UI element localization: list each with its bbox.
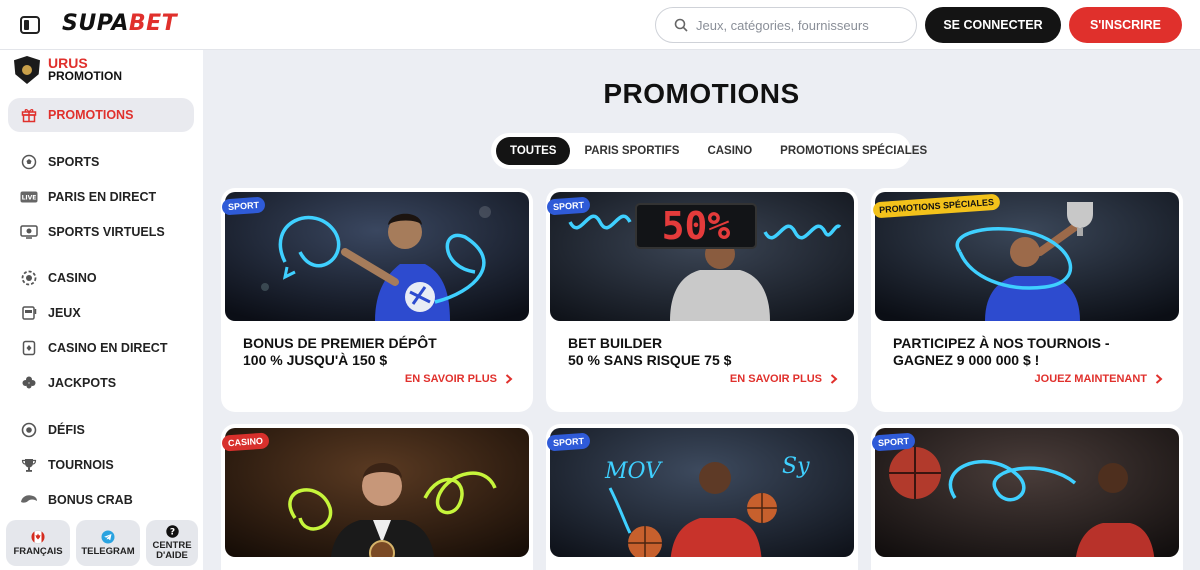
search-icon xyxy=(674,18,688,32)
page-title: PROMOTIONS xyxy=(603,78,800,109)
learn-more-link[interactable]: EN SAVOIR PLUS xyxy=(730,373,838,385)
promo-image xyxy=(875,428,1179,557)
chevron-right-icon xyxy=(1155,374,1163,384)
top-header: SUPABET SE CONNECTER S'INSCRIRE xyxy=(0,0,1200,50)
banner-line2: PROMOTION xyxy=(48,69,122,83)
promo-card-tournaments[interactable]: PROMOTIONS SPÉCIALES PARTICIPEZ À NOS TO… xyxy=(871,188,1183,412)
promo-card-first-deposit[interactable]: SPORT BONUS DE PREMIER DÉPÔT 100 % JUSQU… xyxy=(221,188,533,412)
search-input[interactable] xyxy=(696,17,896,33)
promo-image: MOV Sy xyxy=(550,428,854,557)
sidebar-item-sports-virtuels[interactable]: SPORTS VIRTUELS xyxy=(8,215,194,249)
help-center-label: CENTRE D'AIDE xyxy=(152,540,192,561)
sidebar-item-paris-en-direct[interactable]: LIVE PARIS EN DIRECT xyxy=(8,180,194,214)
live-icon: LIVE xyxy=(20,188,38,206)
chevron-right-icon xyxy=(830,374,838,384)
telegram-button[interactable]: TELEGRAM xyxy=(76,520,140,566)
badge-sport: SPORT xyxy=(871,432,916,452)
badge-casino: CASINO xyxy=(221,432,270,452)
tab-paris-sportifs[interactable]: PARIS SPORTIFS xyxy=(570,137,693,165)
promo-card-bet-builder[interactable]: 50% SPORT BET BUILDER 50 % SANS RISQUE 7… xyxy=(546,188,858,412)
promo-title: PARTICIPEZ À NOS TOURNOIS - GAGNEZ 9 000… xyxy=(893,335,1110,368)
canada-flag-icon xyxy=(31,529,45,544)
sidebar-item-promotions[interactable]: PROMOTIONS xyxy=(8,98,194,132)
chevron-right-icon xyxy=(505,374,513,384)
sidebar: URUS PROMOTION PROMOTIONS SPORTS LIVE PA… xyxy=(0,50,203,570)
promo-card-basketball-2[interactable]: SPORT xyxy=(871,424,1183,570)
sidebar-item-casino-en-direct[interactable]: CASINO EN DIRECT xyxy=(8,331,194,365)
supabet-logo[interactable]: SUPABET xyxy=(62,11,177,36)
sidebar-item-label: JACKPOTS xyxy=(48,376,117,390)
sidebar-item-jeux[interactable]: JEUX xyxy=(8,296,194,330)
sidebar-toggle-icon[interactable] xyxy=(20,16,40,34)
sidebar-item-label: DÉFIS xyxy=(48,423,85,437)
svg-text:LIVE: LIVE xyxy=(22,195,37,202)
soccer-ball-icon xyxy=(20,153,38,171)
sidebar-item-tournois[interactable]: TOURNOIS xyxy=(8,448,194,482)
tab-toutes[interactable]: TOUTES xyxy=(496,137,571,165)
sidebar-item-label: CASINO EN DIRECT xyxy=(48,341,168,355)
slot-machine-icon xyxy=(20,304,38,322)
tab-casino[interactable]: CASINO xyxy=(693,137,766,165)
card-icon xyxy=(20,339,38,357)
sidebar-item-label: JEUX xyxy=(48,306,81,320)
scoreboard-text: 50% xyxy=(662,204,731,248)
tab-promotions-speciales[interactable]: PROMOTIONS SPÉCIALES xyxy=(766,137,941,165)
sidebar-item-bonus-crab[interactable]: BONUS CRAB xyxy=(8,483,194,517)
badge-sport: SPORT xyxy=(221,196,266,216)
help-center-button[interactable]: ? CENTRE D'AIDE xyxy=(146,520,198,566)
sidebar-item-label: TOURNOIS xyxy=(48,458,114,472)
sidebar-item-label: BONUS CRAB xyxy=(48,493,133,507)
sidebar-item-label: CASINO xyxy=(48,271,97,285)
promo-image xyxy=(225,428,529,557)
search-box[interactable] xyxy=(655,7,917,43)
crab-icon xyxy=(20,491,38,509)
virtual-sports-icon xyxy=(20,223,38,241)
sidebar-item-defis[interactable]: DÉFIS xyxy=(8,413,194,447)
gift-icon xyxy=(20,106,38,124)
promo-card-casino[interactable]: CASINO xyxy=(221,424,533,570)
urus-promotion-banner[interactable]: URUS PROMOTION xyxy=(14,56,122,84)
trophy-icon xyxy=(20,456,38,474)
promo-card-basketball[interactable]: MOV Sy SPORT xyxy=(546,424,858,570)
doodle-text-mov: MOV xyxy=(604,459,663,484)
play-now-link[interactable]: JOUEZ MAINTENANT xyxy=(1035,373,1163,385)
promo-filter-tabs: TOUTES PARIS SPORTIFS CASINO PROMOTIONS … xyxy=(491,133,927,169)
promo-title: BET BUILDER 50 % SANS RISQUE 75 $ xyxy=(568,335,732,368)
sidebar-item-label: PROMOTIONS xyxy=(48,108,134,122)
sidebar-item-label: PARIS EN DIRECT xyxy=(48,190,157,204)
badge-sport: SPORT xyxy=(546,196,591,216)
sidebar-item-sports[interactable]: SPORTS xyxy=(8,145,194,179)
doodle-text-sy: Sy xyxy=(782,454,810,479)
sidebar-item-label: SPORTS xyxy=(48,155,100,169)
language-label: FRANÇAIS xyxy=(13,545,63,557)
telegram-label: TELEGRAM xyxy=(81,545,135,557)
clover-icon xyxy=(20,374,38,392)
promo-title: BONUS DE PREMIER DÉPÔT 100 % JUSQU'À 150… xyxy=(243,335,437,368)
sidebar-item-label: SPORTS VIRTUELS xyxy=(48,225,165,239)
svg-text:?: ? xyxy=(169,528,174,538)
sidebar-item-casino[interactable]: CASINO xyxy=(8,261,194,295)
help-icon: ? xyxy=(165,525,179,538)
learn-more-link[interactable]: EN SAVOIR PLUS xyxy=(405,373,513,385)
sidebar-item-jackpots[interactable]: JACKPOTS xyxy=(8,366,194,400)
challenge-icon xyxy=(20,421,38,439)
shield-logo-icon xyxy=(14,56,40,84)
badge-sport: SPORT xyxy=(546,432,591,452)
promo-image: 50% xyxy=(550,192,854,321)
signup-button[interactable]: S'INSCRIRE xyxy=(1069,7,1182,43)
login-button[interactable]: SE CONNECTER xyxy=(925,7,1061,43)
casino-chip-icon xyxy=(20,269,38,287)
promo-image xyxy=(225,192,529,321)
telegram-icon xyxy=(101,530,115,543)
language-button[interactable]: FRANÇAIS xyxy=(6,520,70,566)
